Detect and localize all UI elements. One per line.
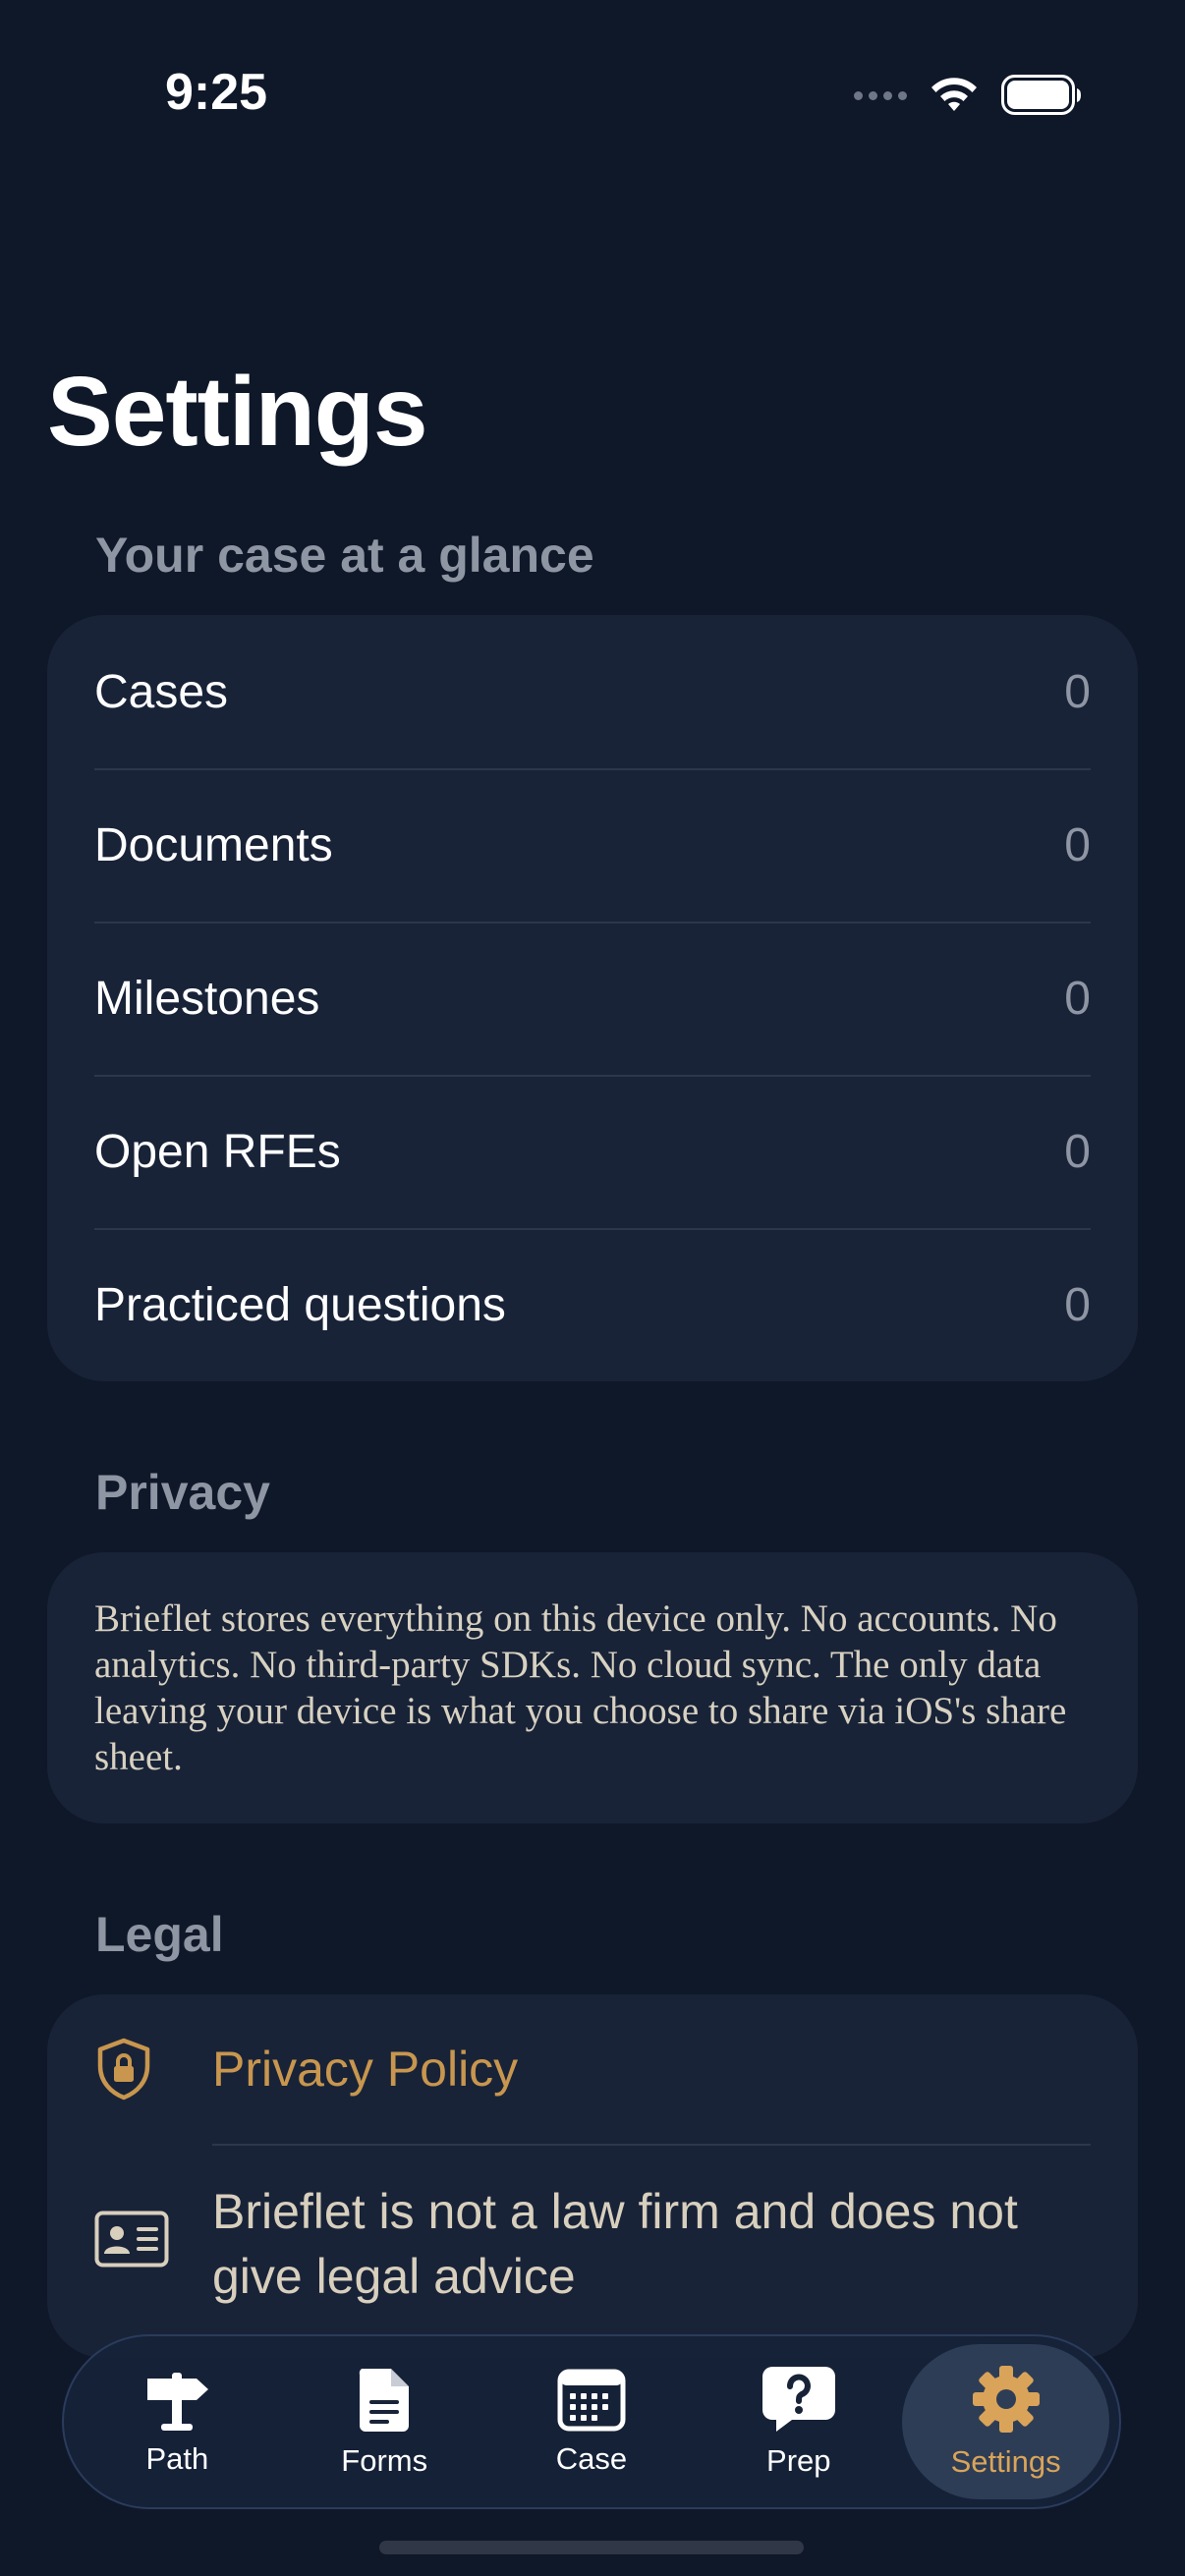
wifi-icon [931,78,977,111]
row-label: Open RFEs [94,1125,341,1178]
document-icon [360,2369,410,2432]
tab-label: Settings [950,2444,1061,2479]
legal-card: Privacy Policy Brieflet is not a law fir… [47,1994,1138,2358]
row-value: 0 [1064,1125,1091,1178]
gear-icon [972,2366,1040,2433]
glance-row-cases: Cases 0 [47,615,1138,768]
row-label: Practiced questions [94,1278,506,1331]
tab-case[interactable]: Case [488,2344,696,2499]
status-bar: 9:25 [0,0,1185,196]
row-value: 0 [1064,818,1091,871]
status-time: 9:25 [165,64,268,121]
tab-prep[interactable]: Prep [695,2344,902,2499]
glance-row-open-rfes: Open RFEs 0 [47,1075,1138,1228]
tab-bar: Path Forms Case Prep Settings [62,2334,1121,2509]
tab-path[interactable]: Path [74,2344,281,2499]
privacy-text: Brieflet stores everything on this devic… [94,1597,1067,1778]
glance-row-documents: Documents 0 [47,768,1138,922]
divider [212,2144,1091,2146]
page-title: Settings [47,357,427,467]
row-value: 0 [1064,1278,1091,1331]
tab-forms[interactable]: Forms [281,2344,488,2499]
status-icons [854,71,1082,120]
row-value: 0 [1064,665,1091,718]
cellular-signal-icon [854,90,907,100]
legal-section-header: Legal [95,1907,224,1962]
lock-shield-icon [97,2038,150,2100]
tab-label: Prep [766,2443,831,2478]
row-label: Milestones [94,972,320,1025]
tab-label: Case [555,2441,628,2476]
glance-card: Cases 0 Documents 0 Milestones 0 Open RF… [47,615,1138,1381]
privacy-policy-link[interactable]: Privacy Policy [47,1994,1138,2144]
id-card-icon [94,2211,169,2268]
tab-settings[interactable]: Settings [902,2344,1109,2499]
signpost-icon [147,2373,209,2431]
glance-row-milestones: Milestones 0 [47,922,1138,1075]
row-value: 0 [1064,972,1091,1025]
battery-icon [1001,75,1081,115]
glance-row-practiced-questions: Practiced questions 0 [47,1228,1138,1381]
legal-disclaimer-text: Brieflet is not a law firm and does not … [212,2184,1018,2304]
tab-label: Forms [341,2443,428,2478]
question-bubble-icon [762,2367,835,2432]
privacy-card: Brieflet stores everything on this devic… [47,1552,1138,1823]
tab-label: Path [145,2441,209,2476]
legal-disclaimer-row[interactable]: Brieflet is not a law firm and does not … [47,2144,1138,2358]
privacy-policy-label: Privacy Policy [212,2042,519,2097]
row-label: Cases [94,665,229,718]
privacy-section-header: Privacy [95,1465,270,1520]
home-indicator [379,2541,804,2554]
row-label: Documents [94,818,333,871]
glance-section-header: Your case at a glance [95,528,594,583]
calendar-icon [557,2369,626,2432]
